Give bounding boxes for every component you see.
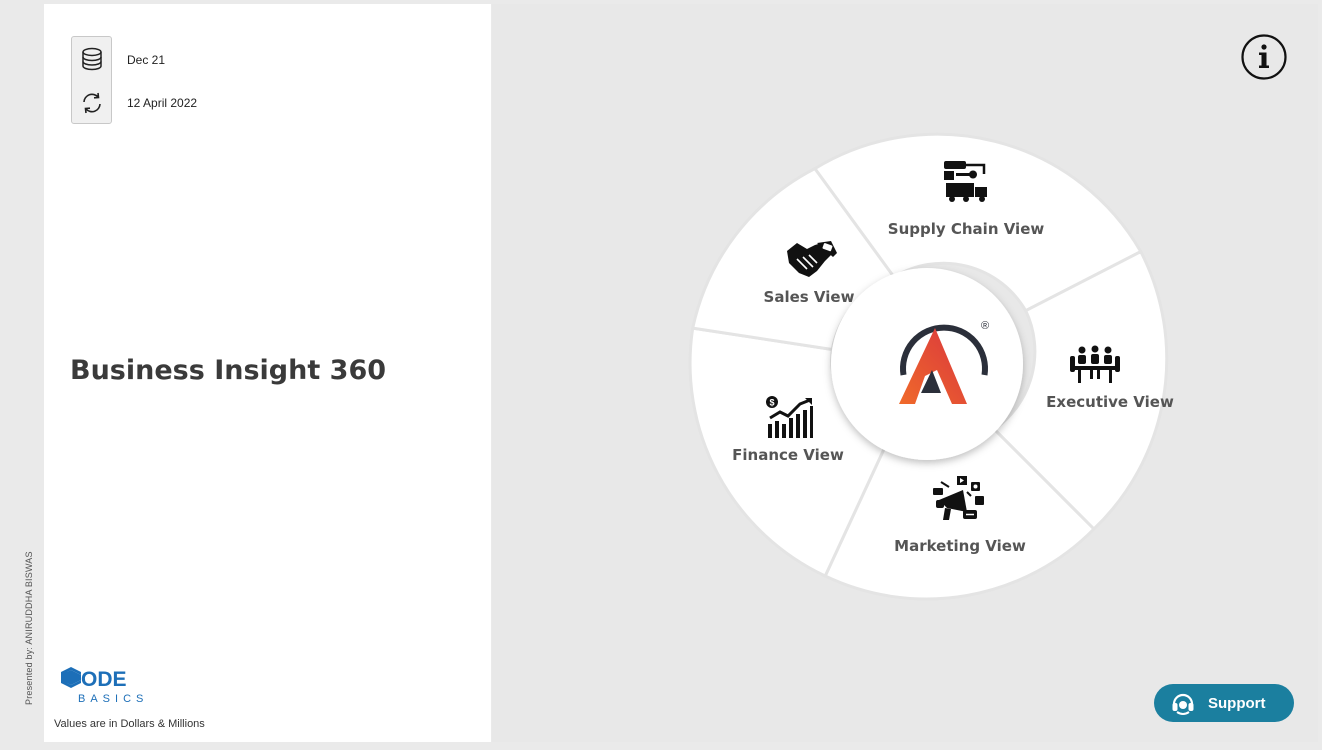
support-label: Support: [1208, 694, 1266, 712]
logo-line2: BASICS: [78, 693, 148, 705]
supply-chain-view-label: Supply Chain View: [888, 220, 1045, 238]
support-button[interactable]: Support: [1154, 684, 1294, 722]
database-icon: [82, 47, 102, 71]
refresh-icon: [83, 92, 101, 114]
left-panel: Dec 21 12 April 2022 Business Insight 36…: [44, 4, 491, 742]
info-icon-box: [71, 36, 112, 124]
marketing-view-label: Marketing View: [894, 537, 1026, 555]
presented-by-text: Presented by: ANIRUDDHA BISWAS: [24, 551, 34, 705]
data-period-text: Dec 21: [127, 53, 166, 67]
codebasics-logo: ODE BASICS: [61, 667, 148, 705]
refresh-date-text: 12 April 2022: [127, 96, 198, 110]
finance-view-label: Finance View: [732, 446, 844, 464]
logo-line1: ODE: [81, 668, 127, 691]
executive-view-label: Executive View: [1046, 393, 1174, 411]
navigation-wheel: Supply Chain View Executive View Marketi…: [688, 132, 1174, 601]
svg-text:$: $: [769, 398, 774, 408]
headset-icon: [1172, 693, 1194, 715]
values-note: Values are in Dollars & Millions: [54, 718, 205, 730]
info-icon[interactable]: [1241, 34, 1287, 80]
page-title: Business Insight 360: [70, 355, 387, 386]
registered-mark: ®: [981, 320, 989, 332]
left-strip: Presented by: ANIRUDDHA BISWAS: [0, 0, 44, 750]
sales-view-label: Sales View: [764, 288, 855, 306]
navigation-panel: Supply Chain View Executive View Marketi…: [492, 4, 1318, 742]
